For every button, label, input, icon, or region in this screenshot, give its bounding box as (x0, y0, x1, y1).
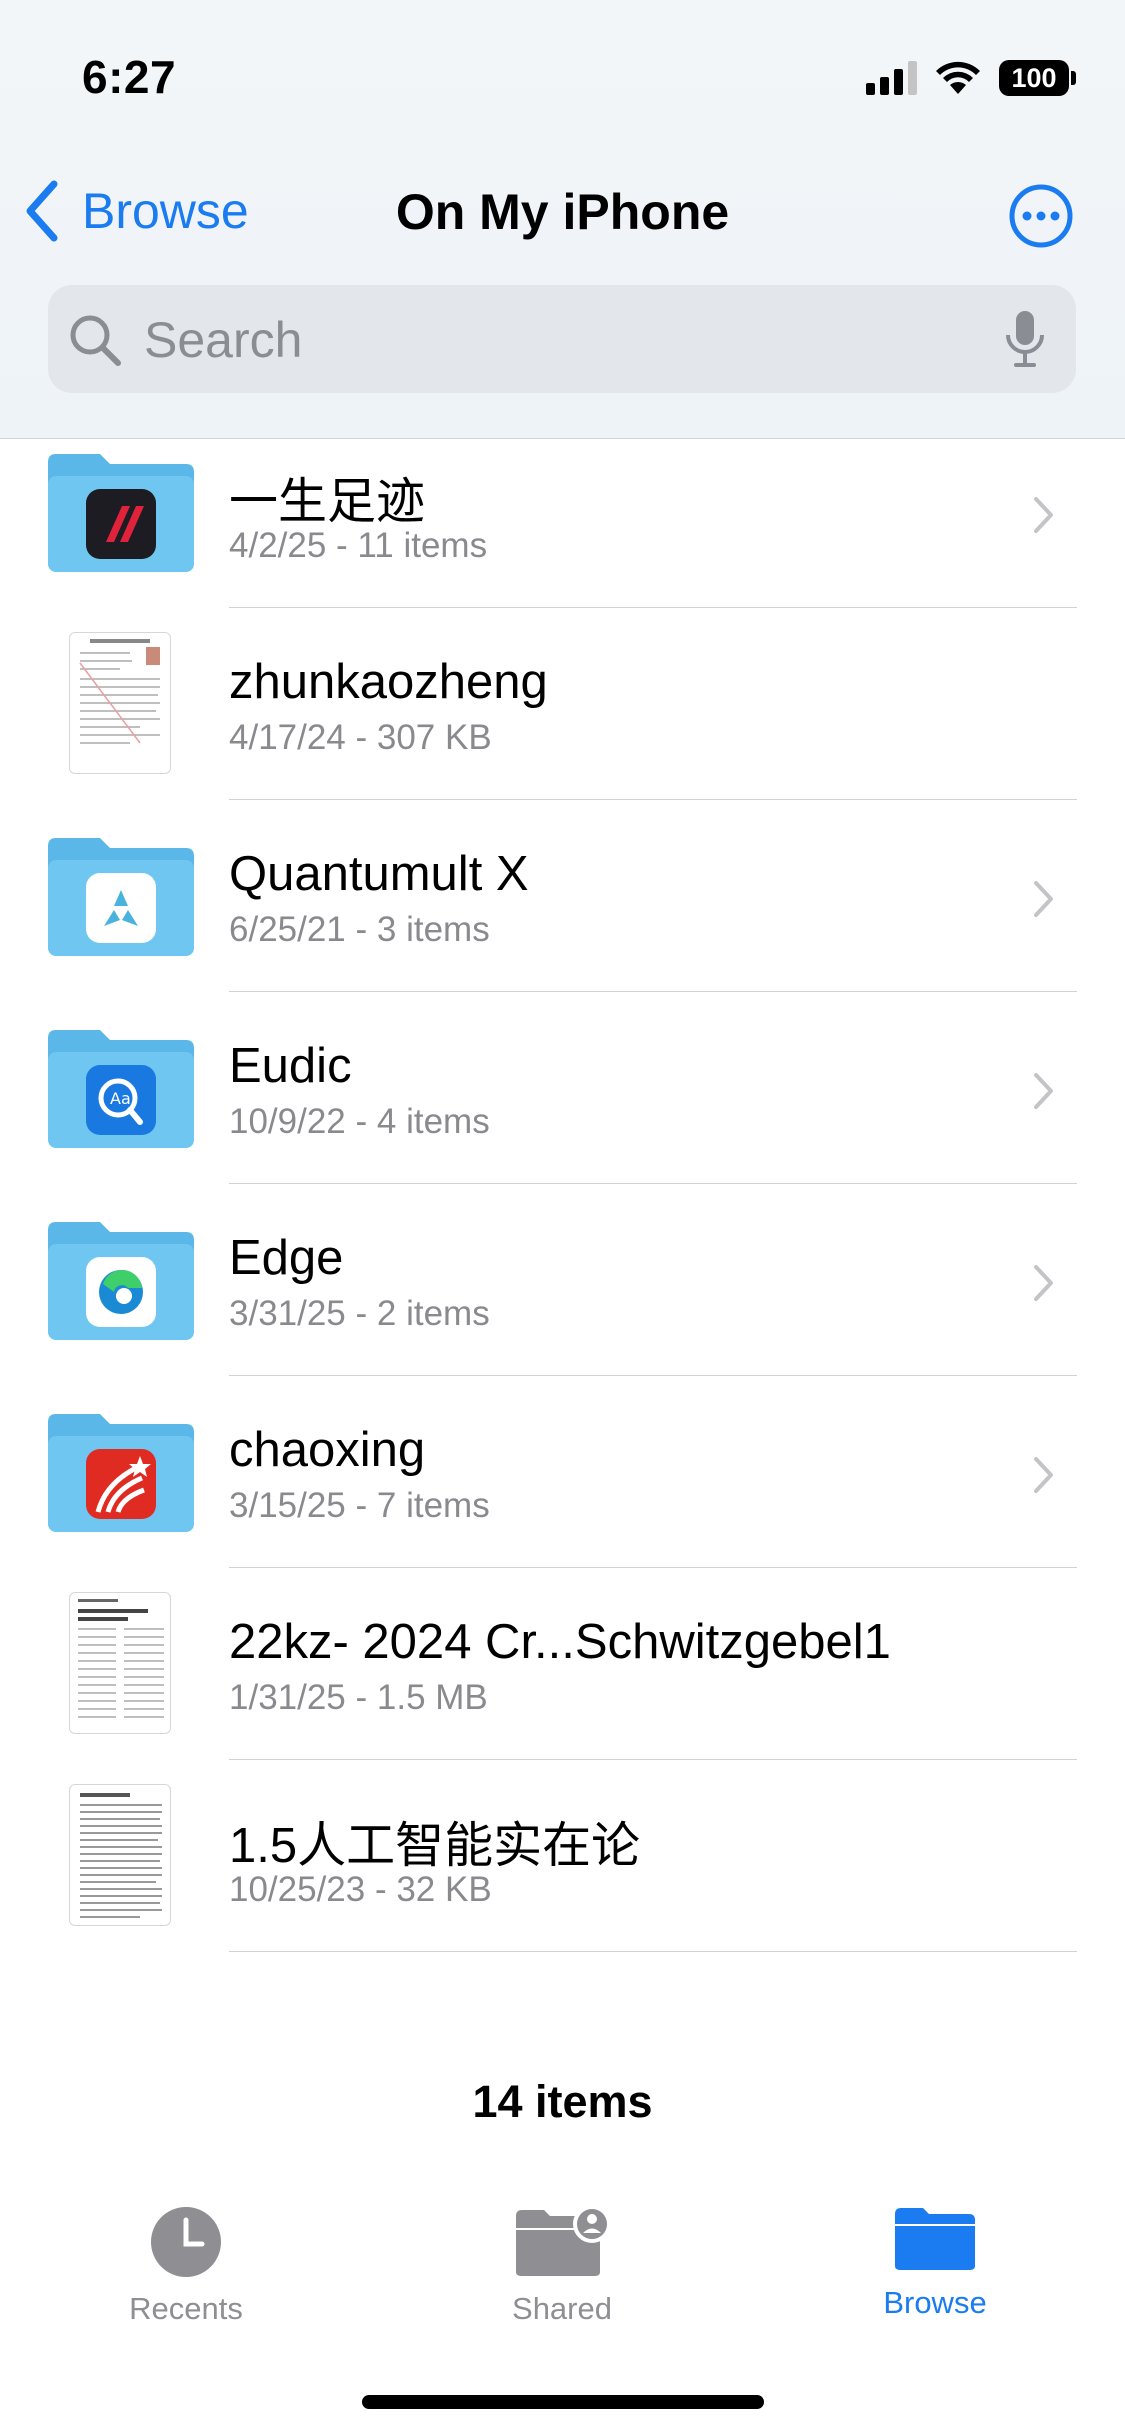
item-subtitle: 3/15/25 - 7 items (229, 1486, 490, 1525)
item-title: chaoxing (229, 1423, 426, 1477)
folder-fill-icon (895, 2208, 975, 2270)
list-item[interactable]: zhunkaozheng 4/17/24 - 307 KB (0, 632, 1125, 824)
item-subtitle: 6/25/21 - 3 items (229, 910, 490, 949)
list-item[interactable]: Edge 3/31/25 - 2 items (0, 1208, 1125, 1400)
row-divider (229, 1183, 1077, 1184)
folder-icon (48, 1414, 194, 1532)
list-item[interactable]: Quantumult X 6/25/21 - 3 items (0, 824, 1125, 1016)
clock-icon (151, 2207, 221, 2277)
item-title: 1.5人工智能实在论 (229, 1819, 641, 1873)
chevron-right-icon (1034, 881, 1053, 917)
tab-recents[interactable]: Recents (56, 2206, 316, 2327)
item-subtitle: 10/9/22 - 4 items (229, 1102, 490, 1141)
tab-browse-label: Browse (883, 2285, 987, 2320)
folder-icon (48, 454, 194, 572)
row-divider (229, 1951, 1077, 1952)
chaoxing-app-icon (86, 1449, 156, 1519)
tab-shared[interactable]: Shared (432, 2205, 692, 2327)
list-item[interactable]: 一生足迹 4/2/25 - 11 items (0, 440, 1125, 632)
list-item[interactable]: chaoxing 3/15/25 - 7 items (0, 1400, 1125, 1592)
list-item[interactable]: 1.5人工智能实在论 10/25/23 - 32 KB (0, 1784, 1125, 1976)
row-divider (229, 1375, 1077, 1376)
chevron-right-icon (1034, 497, 1053, 533)
wifi-icon (936, 61, 980, 94)
status-time: 6:27 (82, 51, 177, 103)
item-subtitle: 3/31/25 - 2 items (229, 1294, 490, 1333)
more-options-icon[interactable] (1009, 184, 1073, 248)
microphone-icon[interactable] (1004, 309, 1046, 369)
row-divider (229, 991, 1077, 992)
chevron-right-icon (1034, 1073, 1053, 1109)
list-item[interactable]: Aa Eudic 10/9/22 - 4 items (0, 1016, 1125, 1208)
folder-icon (48, 838, 194, 956)
svg-text:Aa: Aa (110, 1089, 131, 1108)
chevron-right-icon (1034, 1265, 1053, 1301)
item-title: 一生足迹 (229, 475, 426, 529)
list-item[interactable]: 22kz- 2024 Cr...Schwitzgebel1 1/31/25 - … (0, 1592, 1125, 1784)
search-field[interactable]: Search (48, 285, 1076, 393)
items-count: 14 items (472, 2076, 653, 2127)
tab-shared-label: Shared (512, 2291, 612, 2326)
row-divider (229, 1759, 1077, 1760)
tab-recents-label: Recents (129, 2291, 243, 2326)
footprint-app-icon (86, 489, 156, 559)
folder-icon (48, 1222, 194, 1340)
edge-app-icon (86, 1257, 156, 1327)
row-divider (229, 1567, 1077, 1568)
item-title: Quantumult X (229, 847, 529, 901)
document-thumbnail (69, 1784, 171, 1926)
tab-browse[interactable]: Browse (805, 2206, 1065, 2321)
status-icons: 100 (866, 60, 1076, 96)
item-subtitle: 1/31/25 - 1.5 MB (229, 1678, 488, 1717)
row-divider (229, 607, 1077, 608)
item-title: zhunkaozheng (229, 655, 548, 709)
item-subtitle: 4/2/25 - 11 items (229, 526, 488, 565)
document-thumbnail (69, 1592, 171, 1734)
page-title: On My iPhone (395, 184, 730, 240)
item-title: 22kz- 2024 Cr...Schwitzgebel1 (229, 1615, 891, 1669)
document-thumbnail (69, 632, 171, 774)
folder-icon: Aa (48, 1030, 194, 1148)
battery-icon: 100 (999, 60, 1076, 96)
chevron-right-icon (1034, 1457, 1053, 1493)
row-divider (229, 799, 1077, 800)
search-icon (70, 315, 121, 366)
shared-folder-icon (516, 2205, 611, 2276)
cellular-signal-icon (866, 61, 917, 95)
item-title: Eudic (229, 1039, 352, 1093)
search-input[interactable]: Search (144, 311, 302, 369)
home-indicator (362, 2395, 764, 2409)
quantumult-app-icon (86, 873, 156, 943)
eudic-app-icon: Aa (86, 1065, 156, 1135)
item-subtitle: 10/25/23 - 32 KB (229, 1870, 492, 1909)
item-title: Edge (229, 1231, 344, 1285)
item-subtitle: 4/17/24 - 307 KB (229, 718, 492, 757)
